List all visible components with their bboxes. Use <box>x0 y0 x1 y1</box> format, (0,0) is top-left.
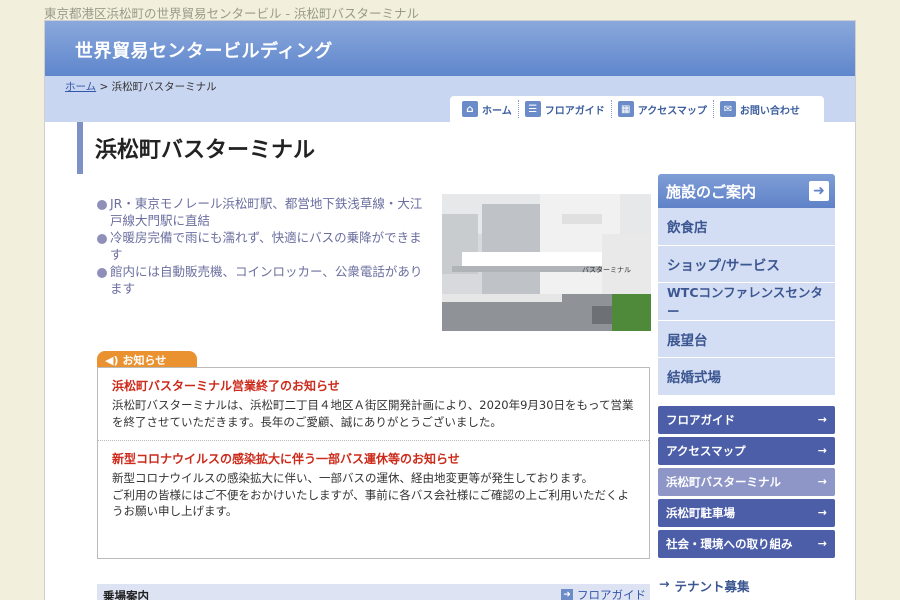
tab-home-label: ホーム <box>482 105 512 117</box>
site-banner: 世界貿易センタービルディング <box>45 21 855 76</box>
breadcrumb: ホーム > 浜松町バスターミナル <box>65 79 217 94</box>
facility-item-wedding[interactable]: 結婚式場 <box>658 358 835 396</box>
notice-body: 新型コロナウイルスの感染拡大に伴い、一部バスの運休、経由地変更等が発生しておりま… <box>112 471 594 485</box>
access-map-icon: ▦ <box>617 101 634 117</box>
sidebar-link-label: アクセスマップ <box>666 444 746 458</box>
tab-contact[interactable]: ✉ お問い合わせ <box>714 100 806 118</box>
tab-floor-guide-label: フロアガイド <box>544 105 605 117</box>
facility-item-observatory[interactable]: 展望台 <box>658 321 835 358</box>
chevron-right-icon: → <box>817 444 827 457</box>
arrow-right-icon: ➜ <box>809 181 829 201</box>
feature-item: JR・東京モノレール浜松町駅、都営地下鉄浅草線・大江戸線大門駅に直結 <box>97 195 432 229</box>
arrow-right-icon: ➜ <box>561 589 573 600</box>
speaker-icon: ◀) <box>105 353 119 367</box>
facility-item-shops[interactable]: ショップ/サービス <box>658 246 835 283</box>
chevron-right-icon: → <box>817 506 827 519</box>
sidebar-link-bus-terminal[interactable]: 浜松町バスターミナル → <box>658 468 835 496</box>
boarding-guide-bar: 乗場案内 ➜ フロアガイド <box>97 584 650 600</box>
sidebar-link-access-map[interactable]: アクセスマップ → <box>658 437 835 465</box>
feature-item: 館内には自動販売機、コインロッカー、公衆電話があります <box>97 263 432 297</box>
sidebar-link-label: 浜松町バスターミナル <box>666 475 781 489</box>
sidebar-link-parking[interactable]: 浜松町駐車場 → <box>658 499 835 527</box>
notice-body: ご利用の皆様にはご不便をおかけいたしますが、事前に各バス会社様にご確認の上ご利用… <box>112 487 630 519</box>
sidebar-link-floor-guide[interactable]: フロアガイド → <box>658 406 835 434</box>
sidebar-link-label: 社会・環境への取り組み <box>666 537 793 551</box>
facility-list: 飲食店 ショップ/サービス WTCコンファレンスセンター 展望台 結婚式場 <box>658 208 835 396</box>
facility-guide-title: 施設のご案内 <box>666 182 757 201</box>
bus-terminal-photo: バスターミナル <box>442 194 651 331</box>
tab-home[interactable]: ⌂ ホーム <box>456 100 519 118</box>
mail-icon: ✉ <box>719 101 736 117</box>
notice-body: 浜松町バスターミナルは、浜松町二丁目４地区Ａ街区開発計画により、2020年9月3… <box>112 398 634 429</box>
floor-guide-link-label: フロアガイド <box>577 588 646 600</box>
breadcrumb-current: 浜松町バスターミナル <box>111 81 217 93</box>
notice-item: 新型コロナウイルスの感染拡大に伴う一部バス運休等のお知らせ 新型コロナウイルスの… <box>98 440 649 530</box>
subheader-bar: ホーム > 浜松町バスターミナル ⌂ ホーム ☰ フロアガイド ▦ アクセスマッ… <box>45 76 855 122</box>
chevron-right-icon: → <box>817 537 827 550</box>
global-nav-tabs: ⌂ ホーム ☰ フロアガイド ▦ アクセスマップ ✉ お問い合わせ <box>450 96 824 122</box>
tab-contact-label: お問い合わせ <box>739 105 800 117</box>
facility-item-restaurants[interactable]: 飲食店 <box>658 208 835 246</box>
feature-item: 冷暖房完備で雨にも濡れず、快適にバスの乗降ができます <box>97 229 432 263</box>
facility-guide-header[interactable]: 施設のご案内 ➜ <box>658 174 835 208</box>
tab-access-map-label: アクセスマップ <box>637 105 707 117</box>
tenant-recruitment-label: テナント募集 <box>674 579 750 594</box>
site-title[interactable]: 世界貿易センタービルディング <box>75 37 333 63</box>
chevron-right-icon: → <box>817 475 827 488</box>
sidebar-links: フロアガイド → アクセスマップ → 浜松町バスターミナル → 浜松町駐車場 →… <box>658 406 835 561</box>
feature-list: JR・東京モノレール浜松町駅、都営地下鉄浅草線・大江戸線大門駅に直結 冷暖房完備… <box>97 195 432 297</box>
sidebar-link-label: 浜松町駐車場 <box>666 506 735 520</box>
photo-sign-text: バスターミナル <box>582 265 631 274</box>
page-frame: 世界貿易センタービルディング ホーム > 浜松町バスターミナル ⌂ ホーム ☰ … <box>44 20 856 600</box>
arrow-right-icon: → <box>659 576 670 591</box>
sidebar-link-environment[interactable]: 社会・環境への取り組み → <box>658 530 835 558</box>
boarding-guide-title: 乗場案内 <box>103 589 149 600</box>
breadcrumb-separator: > <box>96 81 112 93</box>
bus-terminal-building-illustration: バスターミナル <box>442 194 651 331</box>
breadcrumb-home-link[interactable]: ホーム <box>65 81 96 93</box>
sidebar-link-label: フロアガイド <box>666 413 735 427</box>
notice-box: 浜松町バスターミナル営業終了のお知らせ 浜松町バスターミナルは、浜松町二丁目４地… <box>97 367 650 559</box>
home-icon: ⌂ <box>462 101 478 117</box>
notice-title: 浜松町バスターミナル営業終了のお知らせ <box>112 379 340 393</box>
notice-title: 新型コロナウイルスの感染拡大に伴う一部バス運休等のお知らせ <box>112 452 460 466</box>
floor-guide-icon: ☰ <box>524 101 541 117</box>
notice-item: 浜松町バスターミナル営業終了のお知らせ 浜松町バスターミナルは、浜松町二丁目４地… <box>98 368 649 440</box>
tab-floor-guide[interactable]: ☰ フロアガイド <box>519 100 612 118</box>
page-title: 浜松町バスターミナル <box>77 122 657 174</box>
facility-item-conference[interactable]: WTCコンファレンスセンター <box>658 283 835 321</box>
notice-tab-label: お知らせ <box>122 354 167 367</box>
floor-guide-link[interactable]: ➜ フロアガイド <box>561 587 646 600</box>
chevron-right-icon: → <box>817 413 827 426</box>
tenant-recruitment-link[interactable]: → テナント募集 <box>659 576 750 595</box>
tab-access-map[interactable]: ▦ アクセスマップ <box>612 100 714 118</box>
